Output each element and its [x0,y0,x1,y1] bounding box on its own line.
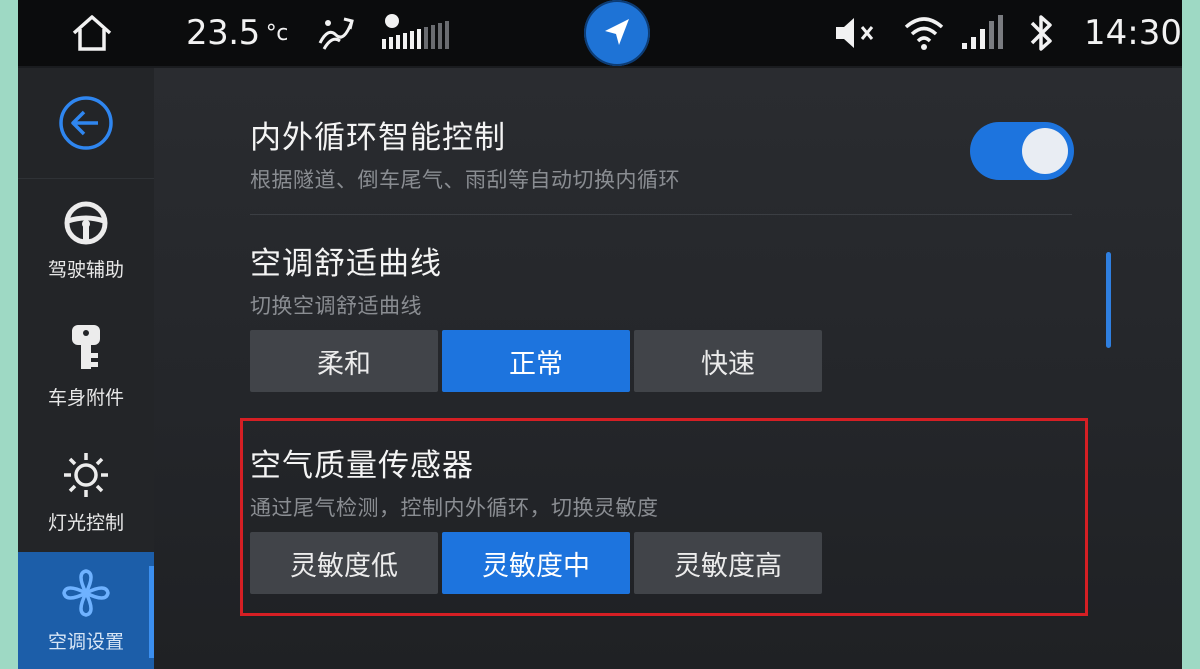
fan-icon [62,569,110,617]
comfort-option-normal[interactable]: 正常 [442,330,630,392]
light-bulb-icon [64,452,108,497]
ac-airflow-indicator[interactable] [314,0,358,66]
divider [250,214,1072,215]
wifi-indicator [902,0,946,66]
toggle-knob [1022,128,1068,174]
mute-icon [836,18,874,48]
comfort-option-fast[interactable]: 快速 [634,330,822,392]
signal-icon [962,15,1003,49]
sidebar-item-label: 灯光控制 [47,511,124,534]
sidebar-item-ac-settings[interactable]: 空调设置 [18,552,154,669]
sensitivity-option-high[interactable]: 灵敏度高 [634,532,822,594]
steering-wheel-icon [64,201,108,244]
back-button[interactable] [18,68,154,179]
back-arrow-icon [59,96,113,150]
comfort-curve-description: 切换空调舒适曲线 [250,294,422,318]
navigation-circle[interactable] [584,0,650,66]
sensitivity-option-medium[interactable]: 灵敏度中 [442,532,630,594]
sidebar: 驾驶辅助 车身附件 灯光控制 空调设置 [18,68,154,669]
sidebar-item-label: 空调设置 [47,631,124,653]
fan-speed-indicator[interactable] [378,0,464,66]
comfort-curve-selector: 柔和 正常 快速 [250,330,826,392]
navigation-icon [605,19,629,45]
scrollbar[interactable] [1106,252,1111,348]
navigation-button[interactable] [584,0,650,66]
air-quality-title: 空气质量传感器 [250,448,474,484]
ac-airflow-icon [318,17,354,50]
status-bar: 23.5 °c 14:30 [18,0,1182,66]
bluetooth-indicator [1026,0,1056,66]
volume-mute-indicator[interactable] [832,0,882,66]
comfort-option-soft[interactable]: 柔和 [250,330,438,392]
air-quality-sensitivity-selector: 灵敏度低 灵敏度中 灵敏度高 [250,532,826,594]
fan-speed-icon [382,14,449,49]
sidebar-item-label: 车身附件 [47,386,124,409]
sidebar-item-driving-assist[interactable]: 驾驶辅助 [18,180,154,300]
sidebar-item-lighting-control[interactable]: 灯光控制 [18,432,154,552]
cellular-signal-indicator [958,0,1006,66]
recirc-title: 内外循环智能控制 [250,120,506,156]
sensitivity-option-low[interactable]: 灵敏度低 [250,532,438,594]
recirc-toggle[interactable] [970,122,1074,180]
clock: 14:30 [1084,13,1182,53]
settings-panel: 内外循环智能控制 根据隧道、倒车尾气、雨刮等自动切换内循环 空调舒适曲线 切换空… [154,68,1182,669]
car-infotainment-screen: 23.5 °c 14:30 驾驶辅助 车身附件 灯光控制 空调设置 内外循环智能… [18,0,1182,669]
sidebar-item-label: 驾驶辅助 [47,258,124,281]
sidebar-item-body-accessories[interactable]: 车身附件 [18,304,154,428]
temperature-unit: °c [265,20,289,46]
cabin-temperature: 23.5 °c [186,0,288,66]
home-icon [72,15,112,51]
temperature-value: 23.5 [186,13,260,53]
bluetooth-icon [1030,15,1052,51]
home-button[interactable] [70,0,114,66]
air-quality-description: 通过尾气检测，控制内外循环，切换灵敏度 [250,496,659,520]
wifi-icon [904,17,944,50]
car-key-icon [72,324,100,369]
recirc-description: 根据隧道、倒车尾气、雨刮等自动切换内循环 [250,168,680,192]
comfort-curve-title: 空调舒适曲线 [250,246,442,282]
